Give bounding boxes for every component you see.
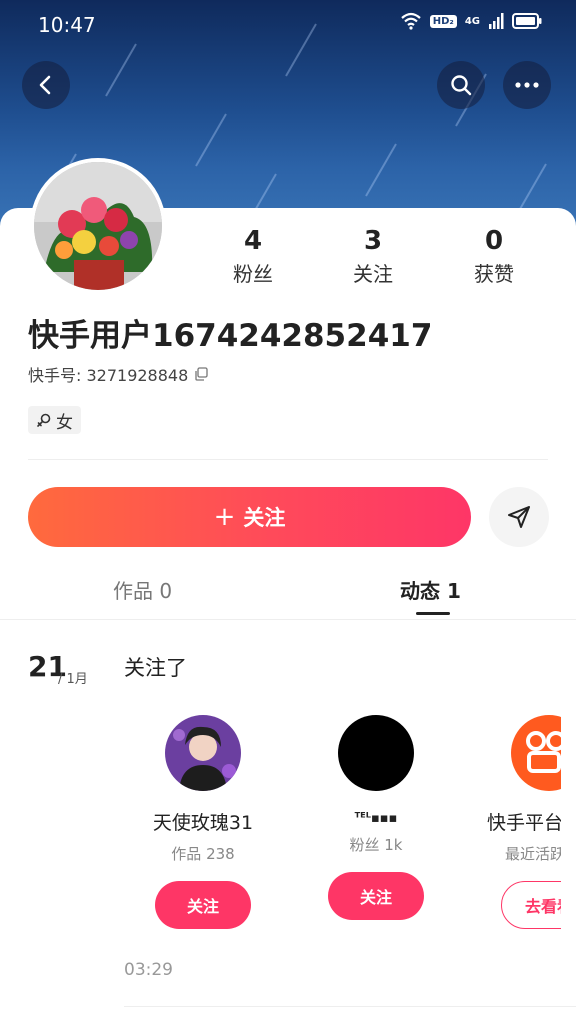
stat-following[interactable]: 3 关注 xyxy=(323,226,423,287)
follow-button-label: 关注 xyxy=(243,506,286,530)
follow-button[interactable]: + 关注 xyxy=(28,487,471,547)
wifi-icon xyxy=(401,12,421,30)
avatar-image xyxy=(165,715,241,791)
active-tab-indicator xyxy=(416,612,450,615)
status-icons: HD₂ 4G xyxy=(400,12,542,30)
tab-works[interactable]: 作品 0 xyxy=(113,575,172,604)
network-label: 4G xyxy=(464,15,480,27)
status-time: 10:47 xyxy=(38,13,96,37)
visit-button[interactable]: 去看看 xyxy=(501,881,561,929)
profile-id: 快手号: 3271928848 xyxy=(28,366,189,385)
kuaishou-logo-icon xyxy=(526,731,561,773)
back-icon xyxy=(39,75,51,95)
profile-id-row: 快手号: 3271928848 xyxy=(28,362,208,386)
post-time: 03:29 xyxy=(124,960,173,980)
stat-likes-value: 0 xyxy=(484,226,504,256)
feed-title: 关注了 xyxy=(124,656,187,680)
stat-following-label: 关注 xyxy=(353,262,393,286)
hd-badge: HD₂ xyxy=(429,14,457,28)
tab-divider xyxy=(0,619,576,620)
signal-icon xyxy=(489,13,504,29)
followed-user-meta: 粉丝 1k xyxy=(349,836,403,854)
copy-icon[interactable] xyxy=(194,367,208,381)
profile-avatar[interactable] xyxy=(30,158,166,294)
followed-user-card[interactable]: 快手平台 最近活跃 去看看 xyxy=(461,715,561,929)
followed-user-meta: 最近活跃 xyxy=(505,845,561,863)
followed-user-avatar[interactable] xyxy=(165,715,241,791)
followed-user-avatar[interactable] xyxy=(511,715,561,791)
followed-user-meta: 作品 238 xyxy=(171,845,235,863)
followed-user-avatar[interactable] xyxy=(338,715,414,791)
follow-user-button[interactable]: 关注 xyxy=(155,881,251,929)
gender-label: 女 xyxy=(56,412,73,433)
stat-likes[interactable]: 0 获赞 xyxy=(444,226,544,287)
stat-following-value: 3 xyxy=(363,226,383,256)
status-bar: 10:47 HD₂ 4G xyxy=(0,0,576,50)
feed-date-month: / 1月 xyxy=(58,672,88,687)
share-button[interactable] xyxy=(489,487,549,547)
followed-user-card[interactable]: 天使玫瑰31 作品 238 关注 xyxy=(113,715,293,929)
more-icon xyxy=(515,82,539,88)
stat-fans-label: 粉丝 xyxy=(233,262,273,286)
feed-divider xyxy=(124,1006,576,1007)
followed-user-name: 快手平台 xyxy=(487,812,561,834)
female-icon xyxy=(37,413,51,427)
search-button[interactable] xyxy=(437,61,485,109)
follow-user-button[interactable]: 关注 xyxy=(328,872,424,920)
stat-likes-label: 获赞 xyxy=(474,262,514,286)
followed-user-name: 天使玫瑰31 xyxy=(152,812,254,834)
search-icon xyxy=(451,75,472,96)
avatar-image xyxy=(34,162,162,290)
stat-fans[interactable]: 4 粉丝 xyxy=(203,226,303,287)
send-icon xyxy=(508,506,530,528)
more-button[interactable] xyxy=(503,61,551,109)
back-button[interactable] xyxy=(22,61,70,109)
followed-user-name: ᵀᴱᴸ▪▪▪ xyxy=(354,811,398,826)
stat-fans-value: 4 xyxy=(243,226,263,256)
plus-icon: + xyxy=(213,502,236,532)
battery-icon xyxy=(512,13,542,29)
gender-tag: 女 xyxy=(28,406,81,434)
profile-name: 快手用户1674242852417 xyxy=(28,318,433,354)
followed-user-card[interactable]: ᵀᴱᴸ▪▪▪ 粉丝 1k 关注 xyxy=(286,715,466,920)
tab-moments[interactable]: 动态 1 xyxy=(400,575,461,604)
section-divider xyxy=(28,459,548,460)
